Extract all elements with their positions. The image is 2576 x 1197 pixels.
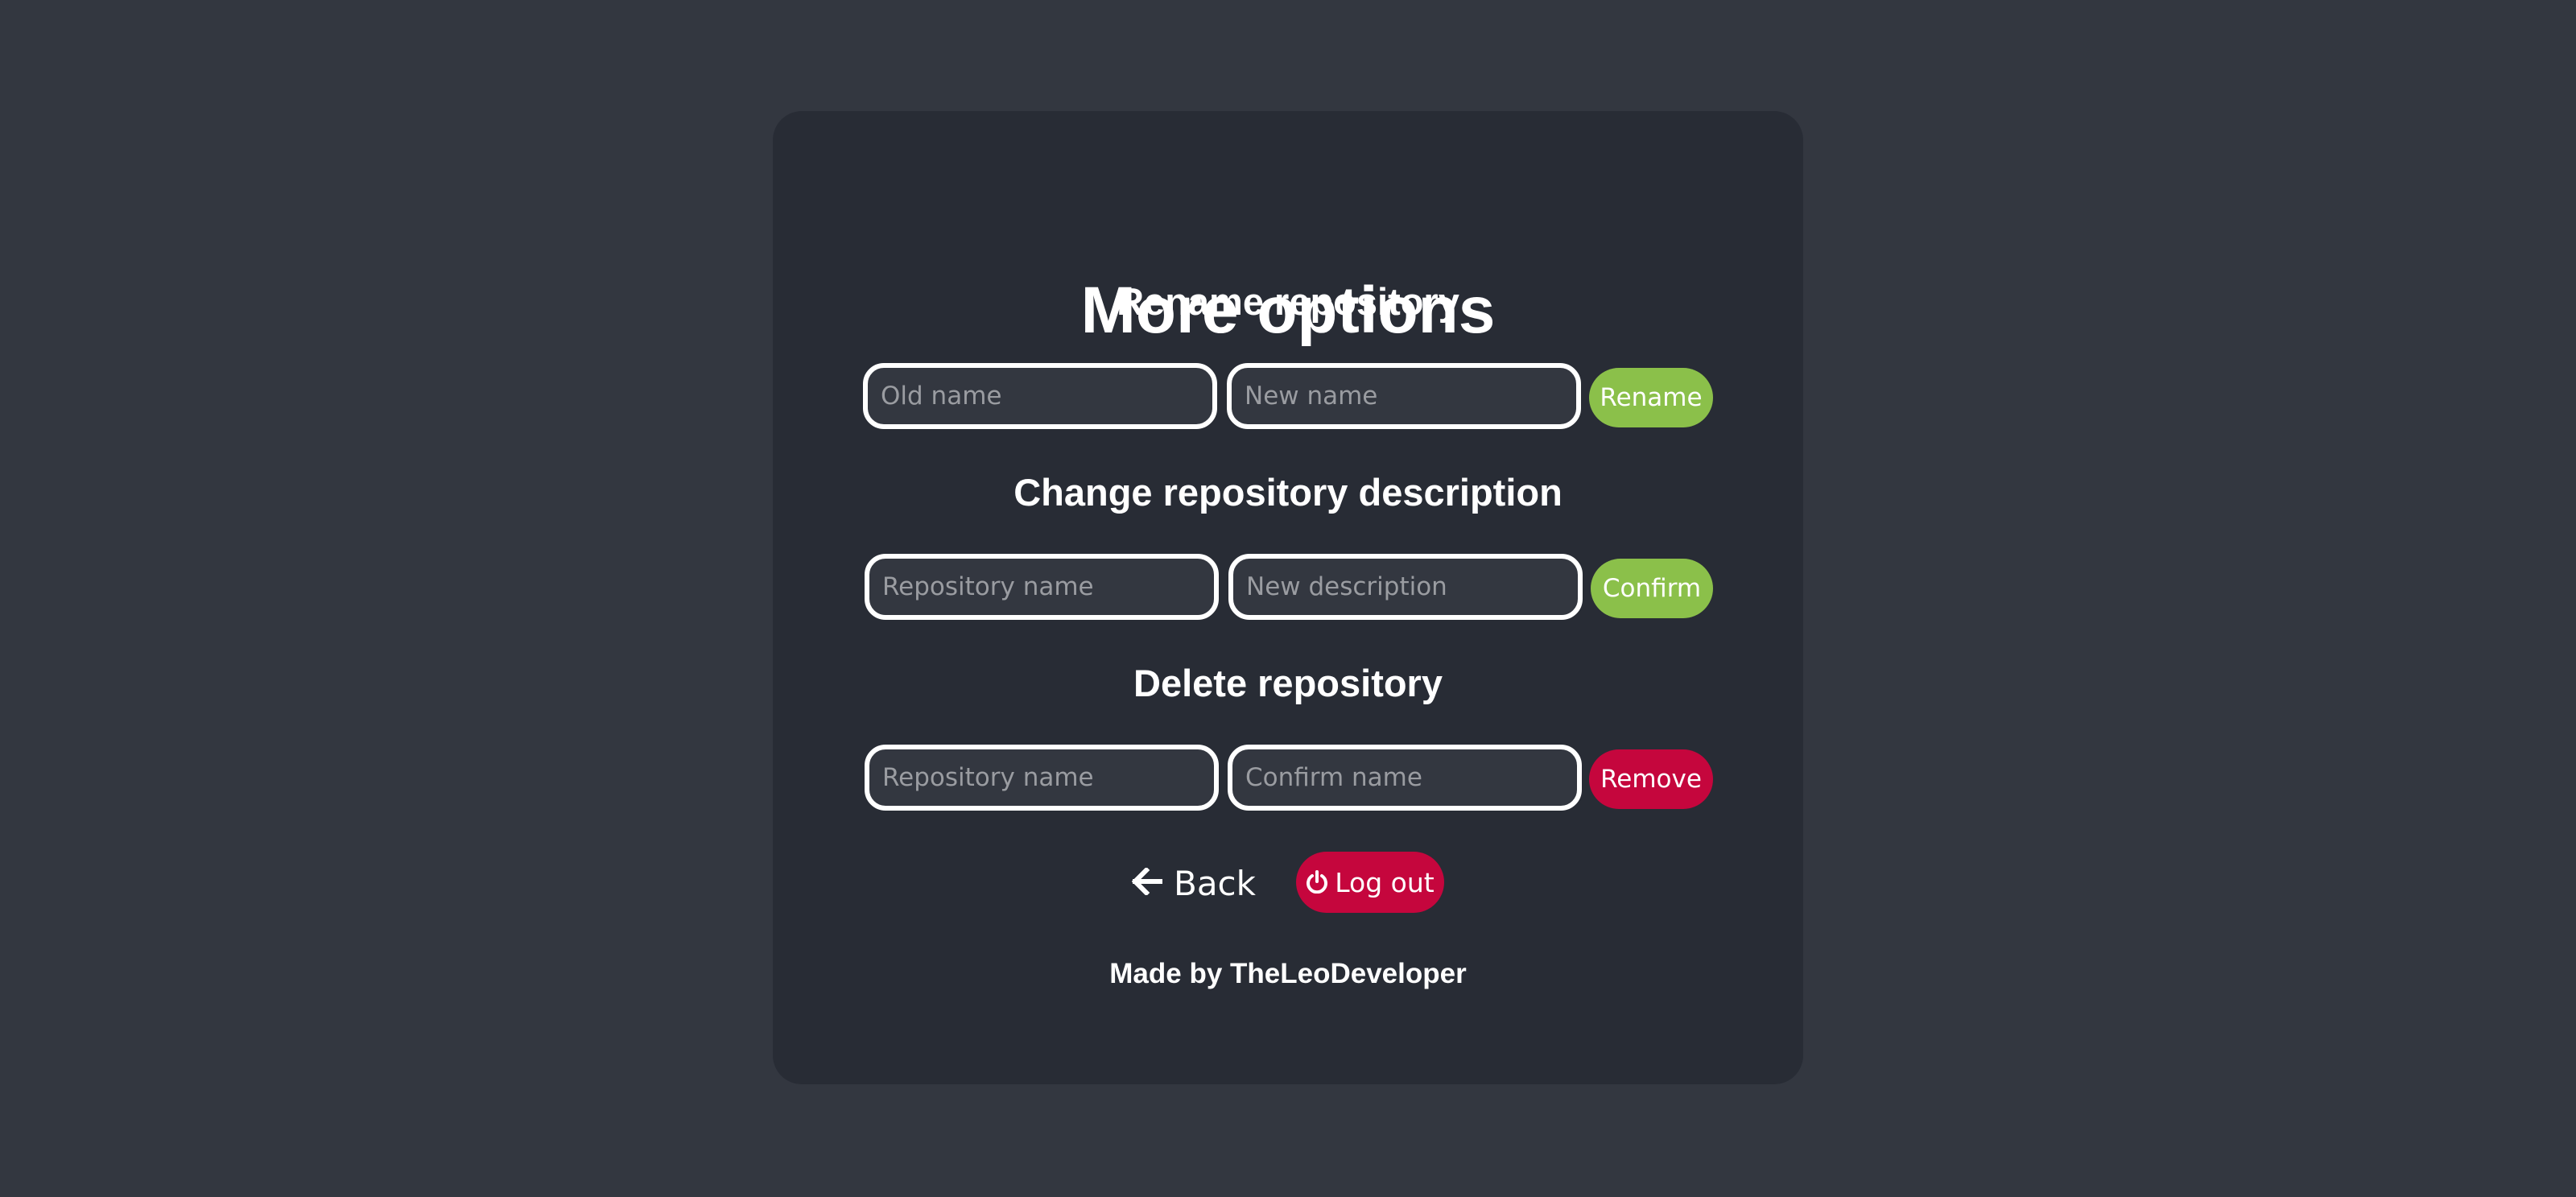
new-description-input[interactable]	[1228, 554, 1583, 620]
rename-section-title: Rename repository	[1117, 280, 1459, 323]
description-row: Confirm	[773, 554, 1803, 625]
old-name-input[interactable]	[863, 363, 1217, 429]
back-button[interactable]: Back	[1131, 852, 1256, 914]
delete-section-title: Delete repository	[1133, 662, 1443, 704]
logout-button[interactable]: Log out	[1296, 852, 1444, 913]
logout-label: Log out	[1335, 866, 1435, 898]
rename-button[interactable]: Rename	[1589, 368, 1713, 427]
nav-row: Back Log out	[773, 852, 1803, 914]
rename-row: Rename	[773, 363, 1803, 434]
back-label: Back	[1174, 863, 1256, 903]
confirm-name-input[interactable]	[1228, 745, 1582, 811]
options-card: More options Rename repository Rename Ch…	[773, 111, 1803, 1084]
new-name-input[interactable]	[1227, 363, 1581, 429]
footer-credit: Made by TheLeoDeveloper	[1109, 958, 1467, 989]
description-section-title: Change repository description	[1013, 471, 1563, 514]
confirm-description-button[interactable]: Confirm	[1591, 559, 1713, 618]
delete-repo-name-input[interactable]	[865, 745, 1219, 811]
arrow-left-icon	[1131, 864, 1163, 903]
description-repo-name-input[interactable]	[865, 554, 1219, 620]
delete-row: Remove	[773, 745, 1803, 815]
power-icon	[1306, 865, 1328, 900]
remove-button[interactable]: Remove	[1589, 749, 1713, 809]
